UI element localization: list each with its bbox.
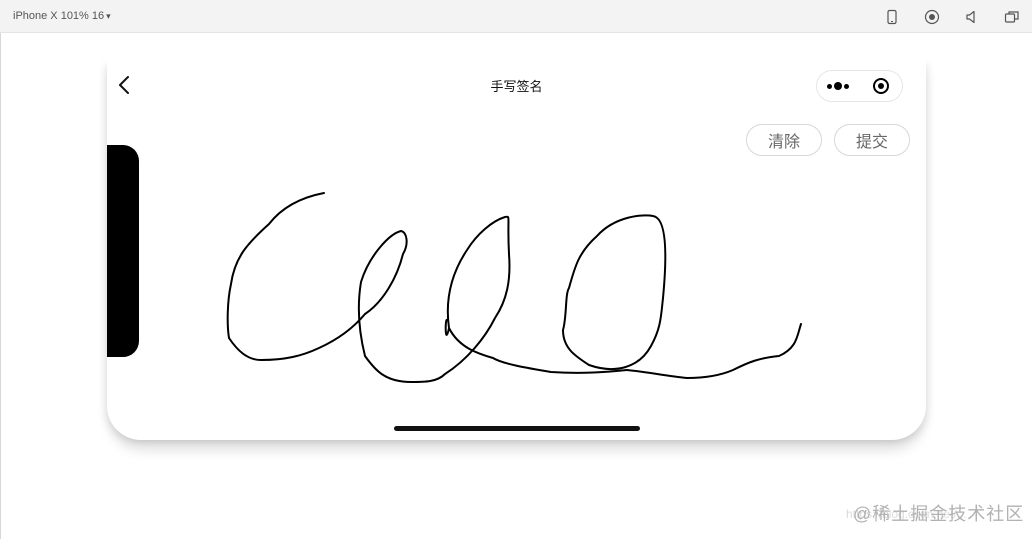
home-indicator <box>394 426 640 431</box>
signature-canvas[interactable] <box>107 56 926 440</box>
chevron-down-icon: ▾ <box>106 11 111 21</box>
watermark: @稀土掘金技术社区 <box>853 504 1025 524</box>
mini-program-capsule <box>816 70 903 102</box>
frame-border <box>0 33 1 539</box>
close-button[interactable] <box>860 71 903 101</box>
phone-frame: 手写签名 清除 提交 <box>107 56 926 440</box>
signature-stroke <box>226 192 802 383</box>
devtools-toolbar: iPhone X 101% 16 ▾ <box>0 0 1032 33</box>
record-icon[interactable] <box>924 9 940 25</box>
window-icon[interactable] <box>1004 9 1020 25</box>
clear-button[interactable]: 清除 <box>746 124 822 156</box>
phone-icon[interactable] <box>884 9 900 25</box>
more-dots-icon <box>827 82 850 90</box>
device-label: iPhone X 101% 16 <box>13 10 105 22</box>
device-select[interactable]: iPhone X 101% 16 ▾ <box>13 10 111 22</box>
submit-button[interactable]: 提交 <box>834 124 910 156</box>
more-button[interactable] <box>817 71 860 101</box>
page-title: 手写签名 <box>490 79 543 94</box>
volume-icon[interactable] <box>964 9 980 25</box>
close-target-icon <box>872 78 889 94</box>
